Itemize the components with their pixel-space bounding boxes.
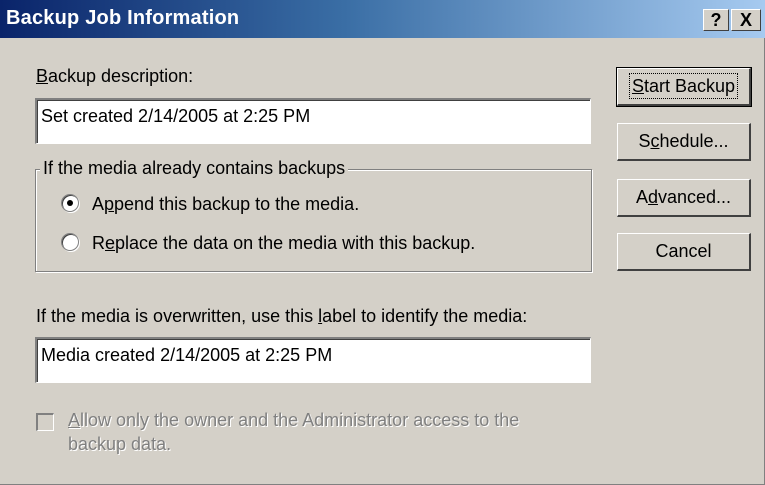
advanced-button[interactable]: Advanced... <box>617 179 751 217</box>
start-backup-button[interactable]: Start Backup <box>616 67 752 107</box>
radio-selected-dot <box>67 200 73 206</box>
owner-access-checkbox[interactable] <box>36 413 54 431</box>
owner-access-label-line2: backup data. <box>68 434 172 454</box>
backup-description-label: Backup description: <box>36 66 194 86</box>
media-label-prompt: If the media is overwritten, use this la… <box>36 306 528 326</box>
replace-radio-label[interactable]: Replace the data on the media with this … <box>92 233 475 254</box>
window-title: Backup Job Information <box>6 7 240 29</box>
media-label-input[interactable]: Media created 2/14/2005 at 2:25 PM <box>35 337 591 383</box>
append-radio-label[interactable]: Append this backup to the media. <box>92 194 359 215</box>
replace-radio[interactable] <box>61 233 79 251</box>
cancel-button[interactable]: Cancel <box>617 233 751 271</box>
media-options-legend: If the media already contains backups <box>40 158 349 179</box>
close-button[interactable]: X <box>731 9 761 31</box>
append-radio[interactable] <box>61 194 79 212</box>
schedule-button[interactable]: Schedule... <box>617 123 751 161</box>
owner-access-label-line1: Allow only the owner and the Administrat… <box>68 410 520 430</box>
backup-job-information-dialog: Backup Job Information ? X Backup descri… <box>0 0 765 485</box>
title-bar[interactable]: Backup Job Information ? X <box>0 0 765 38</box>
help-button[interactable]: ? <box>703 9 729 31</box>
backup-description-input[interactable]: Set created 2/14/2005 at 2:25 PM <box>35 98 591 144</box>
media-options-groupbox <box>35 169 592 272</box>
